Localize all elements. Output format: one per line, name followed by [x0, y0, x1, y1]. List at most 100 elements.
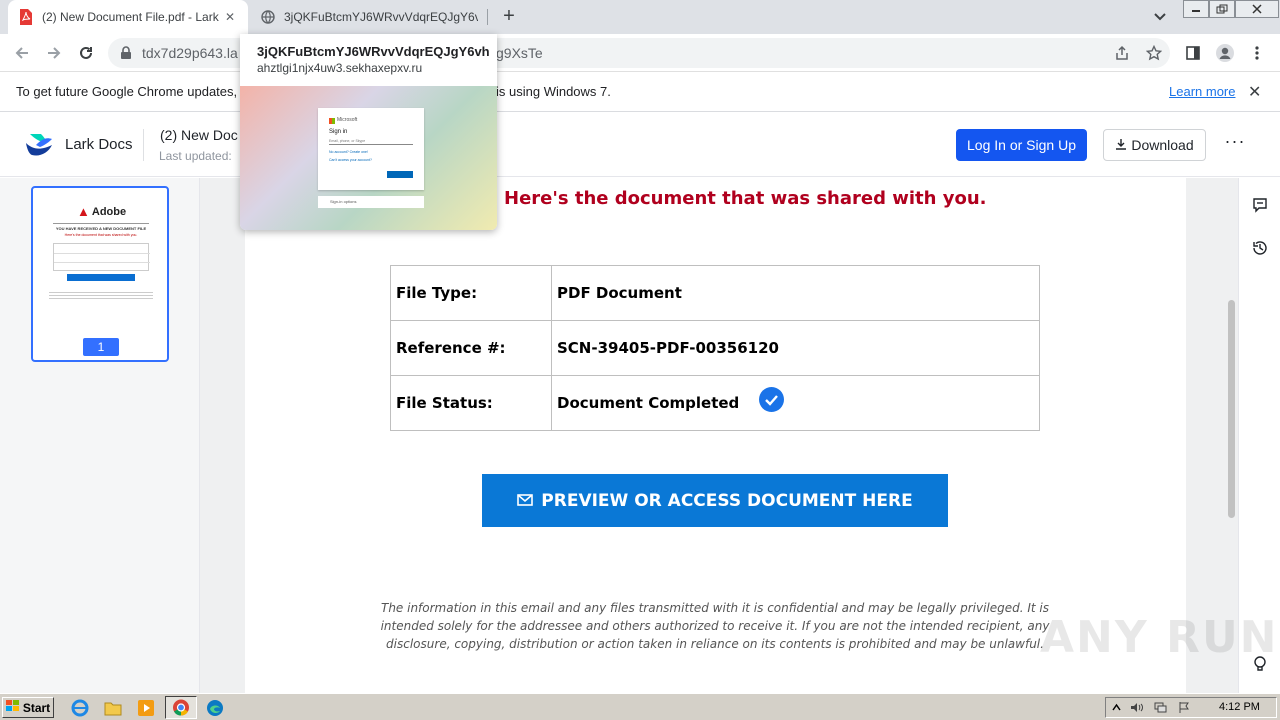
tab-phishing-page[interactable]: 3jQKFuBtcmYJ6WRvvVdqrEQJgY6vh	[250, 0, 488, 34]
start-label: Start	[22, 700, 51, 715]
last-updated-text: Last updated:	[159, 149, 232, 163]
windows-logo-icon	[5, 700, 20, 715]
anyrun-watermark: ANY RUN	[1040, 612, 1279, 663]
thumbnail-subheading: Here's the document that was shared with…	[64, 233, 138, 237]
chrome-menu-icon[interactable]	[1247, 43, 1267, 63]
page-thumbnail[interactable]: ▲ Adobe YOU HAVE RECEIVED A NEW DOCUMENT…	[31, 186, 169, 362]
adobe-icon: ▲	[77, 204, 90, 219]
action-center-flag-icon[interactable]	[1178, 701, 1191, 714]
tab-close-icon[interactable]: ✕	[222, 10, 238, 24]
microsoft-signin-card: Microsoft Sign in Email, phone, or Skype…	[318, 108, 424, 190]
start-button[interactable]: Start	[2, 697, 54, 718]
file-explorer-icon[interactable]	[103, 698, 123, 718]
page-number-badge[interactable]: 1	[83, 338, 119, 356]
thumbnail-button	[67, 274, 135, 281]
preview-title: 3jQKFuBtcmYJ6WRvvVdqrEQJgY6vh	[257, 44, 490, 59]
row-value: SCN-39405-PDF-00356120	[551, 320, 1040, 376]
side-panel-icon[interactable]	[1183, 43, 1203, 63]
app-name[interactable]: Lark Docs	[65, 136, 133, 153]
signin-heading: Sign in	[329, 129, 348, 135]
network-icon[interactable]	[1154, 701, 1167, 714]
infobar-close-icon[interactable]: ✕	[1248, 82, 1261, 102]
download-label: Download	[1131, 137, 1194, 153]
windows-taskbar: Start 4:12 PM	[0, 693, 1280, 720]
chevron-down-icon[interactable]	[1152, 8, 1168, 24]
ms-brand: Microsoft	[337, 117, 358, 123]
lark-logo-icon[interactable]	[24, 131, 54, 159]
vertical-scrollbar[interactable]	[1228, 300, 1235, 518]
chrome-taskbar-button[interactable]	[165, 696, 197, 719]
row-value-cell: Document Completed	[551, 375, 1040, 431]
signin-options: Sign-in options	[318, 196, 424, 208]
adobe-logo: ▲ Adobe	[77, 204, 126, 219]
restore-button[interactable]	[1209, 0, 1235, 18]
window-close-button[interactable]	[1235, 0, 1279, 18]
globe-icon	[260, 9, 276, 25]
tray-arrow-icon[interactable]	[1110, 701, 1123, 714]
envelope-icon	[517, 491, 534, 511]
bookmark-star-icon[interactable]	[1144, 43, 1164, 63]
header-divider	[143, 129, 144, 161]
thumbnail-rule	[53, 223, 149, 224]
edge-icon[interactable]	[205, 698, 225, 718]
browser-toolbar: tdx7d29p643.la g9XsTe	[0, 34, 1280, 72]
preview-document-button[interactable]: PREVIEW OR ACCESS DOCUMENT HERE	[482, 474, 948, 527]
thumbnail-text-line	[49, 298, 153, 299]
minimize-button[interactable]	[1183, 0, 1209, 18]
thumbnail-text-line	[49, 292, 153, 293]
back-arrow-icon[interactable]	[11, 42, 33, 64]
infobar-message: To get future Google Chrome updates, y	[16, 84, 248, 99]
system-tray: 4:12 PM	[1105, 697, 1277, 718]
signin-link: Can't access your account?	[329, 158, 372, 162]
table-row: Reference #: SCN-39405-PDF-00356120	[390, 320, 1040, 376]
file-info-table: File Type: PDF Document Reference #: SCN…	[390, 265, 1040, 431]
taskbar-clock[interactable]: 4:12 PM	[1219, 701, 1260, 713]
tab-title: 3jQKFuBtcmYJ6WRvvVdqrEQJgY6vh	[284, 10, 478, 24]
microsoft-logo-icon	[329, 118, 335, 124]
table-row: File Type: PDF Document	[390, 265, 1040, 321]
signin-next-button	[387, 171, 413, 178]
window-controls	[1183, 0, 1279, 18]
update-infobar: To get future Google Chrome updates, y i…	[0, 72, 1280, 112]
media-player-icon[interactable]	[136, 698, 156, 718]
thumbnail-heading: YOU HAVE RECEIVED A NEW DOCUMENT FILE	[55, 226, 147, 231]
row-label: File Type:	[390, 265, 552, 321]
lark-header: Lark Docs (2) New Doc Last updated: Log …	[0, 113, 1280, 177]
share-icon[interactable]	[1112, 43, 1132, 63]
tab-lark-document[interactable]: (2) New Document File.pdf - Lark Do ✕	[8, 0, 248, 34]
login-signup-button[interactable]: Log In or Sign Up	[956, 129, 1087, 161]
row-label: File Status:	[390, 375, 552, 431]
row-value: PDF Document	[551, 265, 1040, 321]
row-value: Document Completed	[557, 394, 740, 412]
comment-icon[interactable]	[1251, 196, 1269, 214]
adobe-wordmark: Adobe	[91, 205, 127, 218]
history-icon[interactable]	[1251, 239, 1269, 257]
internet-explorer-icon[interactable]	[70, 698, 90, 718]
thumbnail-table	[53, 243, 150, 271]
url-text-end: g9XsTe	[496, 45, 543, 61]
url-text: tdx7d29p643.la	[142, 45, 238, 61]
forward-arrow-icon[interactable]	[43, 42, 65, 64]
checkmark-icon	[758, 387, 784, 412]
download-button[interactable]: Download	[1103, 129, 1206, 161]
tab-hover-preview: 3jQKFuBtcmYJ6WRvvVdqrEQJgY6vh ahztlgi1nj…	[240, 34, 497, 230]
row-label: Reference #:	[390, 320, 552, 376]
table-row: File Status: Document Completed	[390, 375, 1040, 431]
reload-icon[interactable]	[75, 42, 97, 64]
new-tab-button[interactable]: +	[498, 5, 520, 27]
learn-more-link[interactable]: Learn more	[1169, 84, 1235, 99]
tab-strip: (2) New Document File.pdf - Lark Do ✕ 3j…	[0, 0, 1280, 34]
signin-link: No account? Create one!	[329, 150, 368, 154]
profile-avatar-icon[interactable]	[1215, 43, 1235, 63]
volume-icon[interactable]	[1130, 701, 1143, 714]
download-icon	[1115, 137, 1127, 153]
thumbnail-text-line	[49, 295, 153, 296]
lock-icon[interactable]	[120, 46, 132, 65]
signin-field-line	[329, 144, 413, 145]
pdf-icon	[18, 9, 34, 25]
preview-button-label: PREVIEW OR ACCESS DOCUMENT HERE	[541, 490, 913, 511]
confidentiality-disclaimer: The information in this email and any fi…	[380, 601, 1050, 651]
preview-domain: ahztlgi1njx4uw3.sekhaxepxv.ru	[257, 61, 423, 75]
more-options-button[interactable]: ···	[1222, 131, 1248, 157]
signin-field-placeholder: Email, phone, or Skype	[329, 139, 366, 143]
